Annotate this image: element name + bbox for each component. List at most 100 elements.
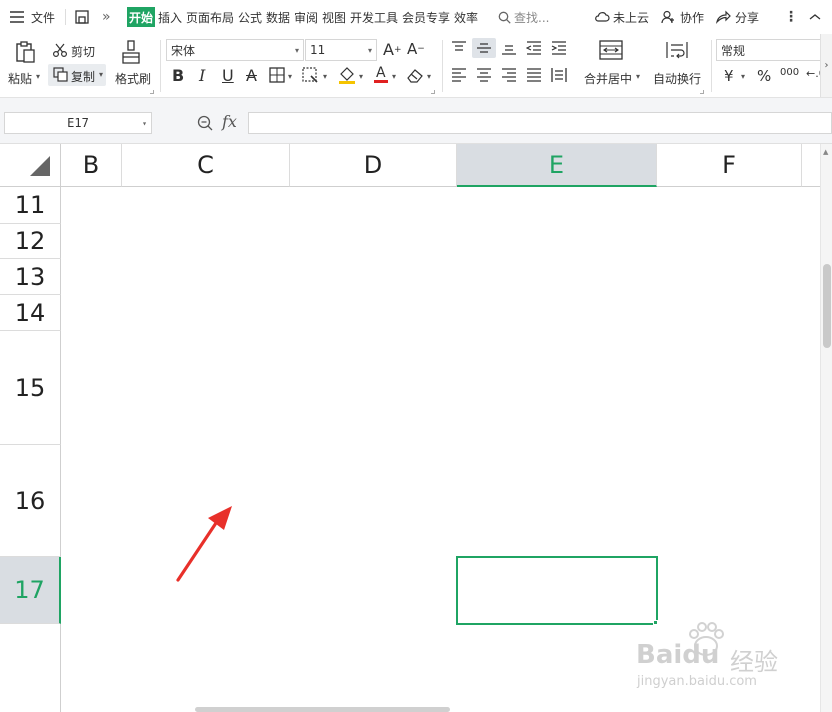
- font-color-icon[interactable]: A: [373, 64, 389, 84]
- justify-icon[interactable]: [526, 68, 542, 82]
- collab-label[interactable]: 协作: [680, 0, 704, 34]
- cloud-status-label[interactable]: 未上云: [613, 0, 649, 34]
- collapse-ribbon-icon[interactable]: [809, 0, 821, 34]
- horizontal-scroll-thumb[interactable]: [195, 707, 450, 712]
- strikethrough-icon[interactable]: A: [246, 66, 257, 85]
- vertical-scrollbar[interactable]: ▲: [820, 144, 832, 712]
- tab-view[interactable]: 视图: [322, 0, 346, 34]
- paste-icon[interactable]: [13, 40, 37, 64]
- share-icon[interactable]: [715, 0, 731, 34]
- tab-developer[interactable]: 开发工具: [350, 0, 398, 34]
- align-center-icon[interactable]: [476, 68, 492, 82]
- increase-font-icon[interactable]: A +: [383, 40, 402, 59]
- fill-handle[interactable]: [653, 620, 658, 625]
- copy-button[interactable]: 复制: [71, 68, 95, 85]
- column-header-e[interactable]: E: [457, 144, 657, 187]
- home-page-icon[interactable]: [74, 0, 90, 34]
- zoom-find-icon[interactable]: [197, 115, 213, 135]
- ribbon-scroll-right-button[interactable]: ›: [820, 34, 832, 97]
- tab-home[interactable]: 开始: [127, 7, 156, 27]
- paste-dropdown-icon[interactable]: ▾: [36, 72, 40, 81]
- currency-dropdown-icon[interactable]: ▾: [741, 72, 745, 81]
- eraser-icon[interactable]: [406, 67, 424, 83]
- font-size-select[interactable]: 11 ▾: [305, 39, 377, 61]
- select-all-corner[interactable]: [0, 144, 61, 187]
- column-header-f[interactable]: F: [657, 144, 802, 187]
- fill-color-dropdown-icon[interactable]: ▾: [359, 72, 363, 81]
- name-box[interactable]: E17 ▾: [4, 112, 152, 134]
- row-header-16[interactable]: 16: [0, 445, 61, 557]
- thousands-separator-button[interactable]: 000: [780, 67, 799, 78]
- bold-button[interactable]: B: [172, 66, 184, 85]
- format-painter-button[interactable]: 格式刷: [115, 70, 151, 87]
- align-right-icon[interactable]: [501, 68, 517, 82]
- search-box[interactable]: 查找...: [514, 0, 549, 34]
- vertical-scroll-thumb[interactable]: [823, 264, 831, 348]
- number-format-select[interactable]: 常规: [716, 39, 826, 61]
- file-menu[interactable]: 文件: [31, 0, 55, 34]
- eraser-dropdown-icon[interactable]: ▾: [427, 72, 431, 81]
- row-header-17[interactable]: 17: [0, 557, 61, 624]
- fill-color-icon[interactable]: [338, 65, 356, 85]
- border-dropdown-icon[interactable]: ▾: [288, 72, 292, 81]
- column-header-d[interactable]: D: [290, 144, 457, 187]
- column-header-c[interactable]: C: [122, 144, 290, 187]
- more-chevron-icon[interactable]: »: [102, 0, 111, 34]
- font-group-launcher[interactable]: [431, 90, 435, 94]
- collab-icon[interactable]: [661, 0, 676, 34]
- column-header-b[interactable]: B: [61, 144, 122, 187]
- hamburger-menu-icon[interactable]: [10, 0, 24, 34]
- distributed-align-icon[interactable]: [551, 67, 567, 83]
- scissors-icon[interactable]: [52, 42, 68, 58]
- wrap-text-button[interactable]: 自动换行: [653, 70, 701, 87]
- paste-button[interactable]: 粘贴: [8, 70, 32, 87]
- font-color-dropdown-icon[interactable]: ▾: [392, 72, 396, 81]
- tab-efficiency[interactable]: 效率: [454, 0, 478, 34]
- more-options-icon[interactable]: ⋮: [784, 0, 798, 34]
- align-bottom-icon[interactable]: [501, 41, 517, 55]
- cell-style-dropdown-icon[interactable]: ▾: [323, 72, 327, 81]
- cloud-icon[interactable]: [594, 0, 610, 34]
- align-left-icon[interactable]: [451, 68, 467, 82]
- row-header-11[interactable]: 11: [0, 187, 61, 224]
- font-name-select[interactable]: 宋体 ▾: [166, 39, 304, 61]
- align-middle-icon[interactable]: [472, 38, 496, 58]
- tab-insert[interactable]: 插入: [158, 0, 182, 34]
- merge-center-icon[interactable]: [599, 40, 623, 60]
- italic-button[interactable]: I: [199, 66, 205, 85]
- merge-dropdown-icon[interactable]: ▾: [636, 72, 640, 81]
- scroll-up-icon[interactable]: ▲: [823, 148, 828, 156]
- row-header-13[interactable]: 13: [0, 259, 61, 295]
- tab-page-layout[interactable]: 页面布局: [186, 0, 234, 34]
- alignment-group-launcher[interactable]: [700, 90, 704, 94]
- decrease-indent-icon[interactable]: [526, 41, 542, 55]
- wrap-text-icon[interactable]: [666, 40, 688, 60]
- percent-button[interactable]: %: [757, 67, 771, 85]
- tab-member[interactable]: 会员专享: [402, 0, 450, 34]
- cell-style-icon[interactable]: [302, 67, 320, 83]
- copy-dropdown-icon[interactable]: ▾: [99, 70, 103, 79]
- merge-center-button[interactable]: 合并居中: [584, 70, 632, 87]
- border-icon[interactable]: [269, 67, 285, 83]
- copy-icon[interactable]: [53, 67, 68, 82]
- underline-button[interactable]: U: [222, 66, 234, 85]
- tab-data[interactable]: 数据: [266, 0, 290, 34]
- formula-bar: E17 ▾ fx: [0, 98, 832, 144]
- tab-formulas[interactable]: 公式: [238, 0, 262, 34]
- currency-button[interactable]: ¥: [724, 67, 734, 85]
- tab-review[interactable]: 审阅: [294, 0, 318, 34]
- active-cell-e17[interactable]: [456, 556, 658, 625]
- cut-button[interactable]: 剪切: [71, 43, 95, 60]
- row-header-12[interactable]: 12: [0, 224, 61, 259]
- row-header-15[interactable]: 15: [0, 331, 61, 445]
- search-icon[interactable]: [498, 0, 511, 34]
- formula-input[interactable]: [248, 112, 832, 134]
- increase-indent-icon[interactable]: [551, 41, 567, 55]
- align-top-icon[interactable]: [451, 41, 467, 55]
- row-header-14[interactable]: 14: [0, 295, 61, 331]
- decrease-font-icon[interactable]: A −: [407, 40, 425, 58]
- clipboard-group-launcher[interactable]: [150, 90, 154, 94]
- share-label[interactable]: 分享: [735, 0, 759, 34]
- fx-button[interactable]: fx: [222, 112, 237, 131]
- format-painter-icon[interactable]: [120, 39, 144, 65]
